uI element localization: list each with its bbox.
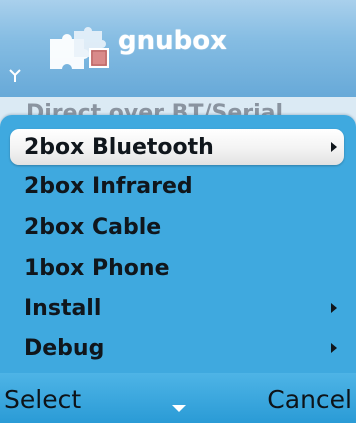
title-bar: gnubox [0, 0, 356, 97]
submenu-arrow-icon [331, 142, 337, 152]
menu-item-label: Debug [24, 335, 105, 361]
options-menu: 2box Bluetooth 2box Infrared 2box Cable … [0, 115, 356, 373]
antenna-icon [9, 69, 21, 82]
submenu-arrow-icon [331, 343, 337, 353]
menu-item-label: 2box Infrared [24, 173, 193, 199]
puzzle-pieces-icon [50, 27, 109, 69]
softkey-bar: Select Cancel [0, 373, 356, 423]
select-softkey[interactable]: Select [4, 385, 81, 414]
menu-item-2box-infrared[interactable]: 2box Infrared [10, 168, 344, 204]
menu-item-2box-cable[interactable]: 2box Cable [10, 209, 344, 245]
submenu-arrow-icon [331, 303, 337, 313]
cancel-softkey[interactable]: Cancel [267, 385, 352, 414]
menu-item-1box-phone[interactable]: 1box Phone [10, 250, 344, 286]
menu-item-label: 2box Bluetooth [24, 134, 214, 160]
menu-item-label: 1box Phone [24, 255, 170, 281]
down-arrow-icon [172, 405, 186, 412]
app-title: gnubox [118, 26, 227, 56]
menu-item-debug[interactable]: Debug [10, 330, 344, 366]
menu-item-2box-bluetooth[interactable]: 2box Bluetooth [10, 129, 344, 165]
menu-item-label: Install [24, 295, 102, 321]
menu-item-install[interactable]: Install [10, 290, 344, 326]
menu-item-label: 2box Cable [24, 214, 162, 240]
